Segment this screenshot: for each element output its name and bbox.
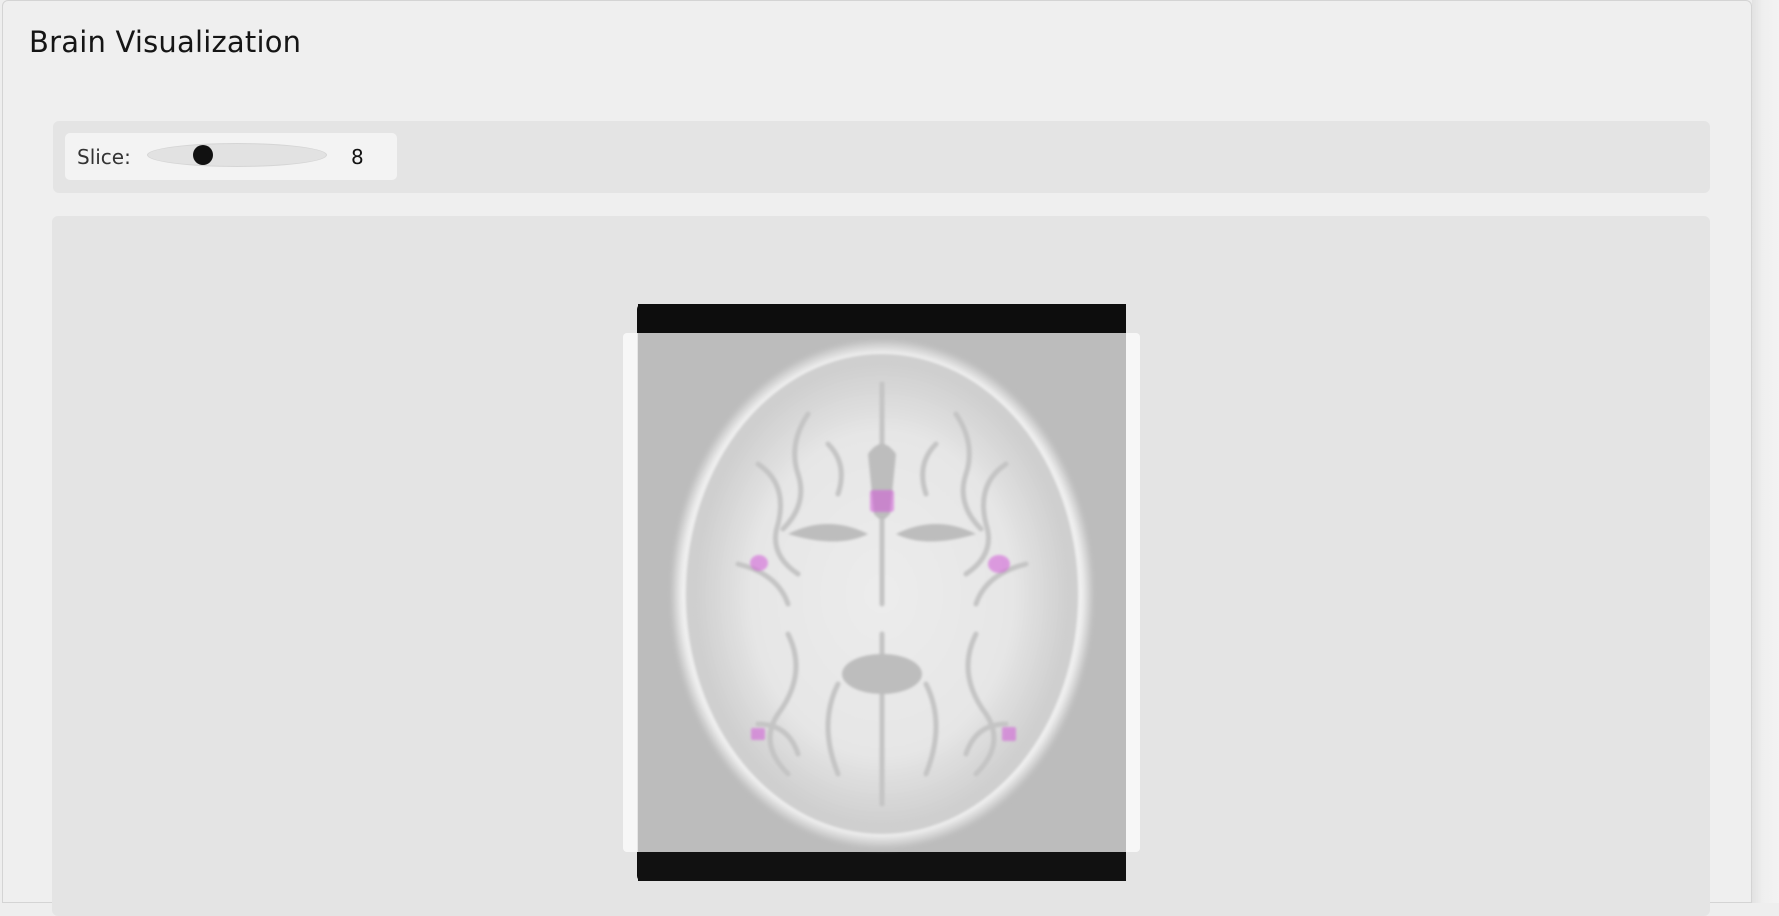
highlight-region-center xyxy=(870,490,894,512)
app-window: Brain Visualization Slice: 8 xyxy=(2,0,1752,916)
page-title: Brain Visualization xyxy=(29,25,302,59)
slice-slider[interactable] xyxy=(147,143,327,167)
highlight-region-lower-left xyxy=(751,728,765,740)
brain-viewer-panel xyxy=(52,216,1710,916)
brain-slice-image[interactable] xyxy=(638,304,1126,881)
frame-top-strip xyxy=(638,304,1126,333)
highlight-region-left xyxy=(750,555,768,571)
highlight-region-lower-right xyxy=(1002,727,1016,741)
slice-label: Slice: xyxy=(77,145,131,169)
highlight-region-right xyxy=(988,555,1010,573)
frame-bottom-strip xyxy=(638,852,1126,881)
slice-value: 8 xyxy=(351,145,364,169)
controls-toolbar: Slice: 8 xyxy=(53,121,1710,193)
slice-control: Slice: 8 xyxy=(65,133,397,180)
slice-slider-thumb[interactable] xyxy=(192,145,213,165)
window-edge xyxy=(1752,0,1779,903)
